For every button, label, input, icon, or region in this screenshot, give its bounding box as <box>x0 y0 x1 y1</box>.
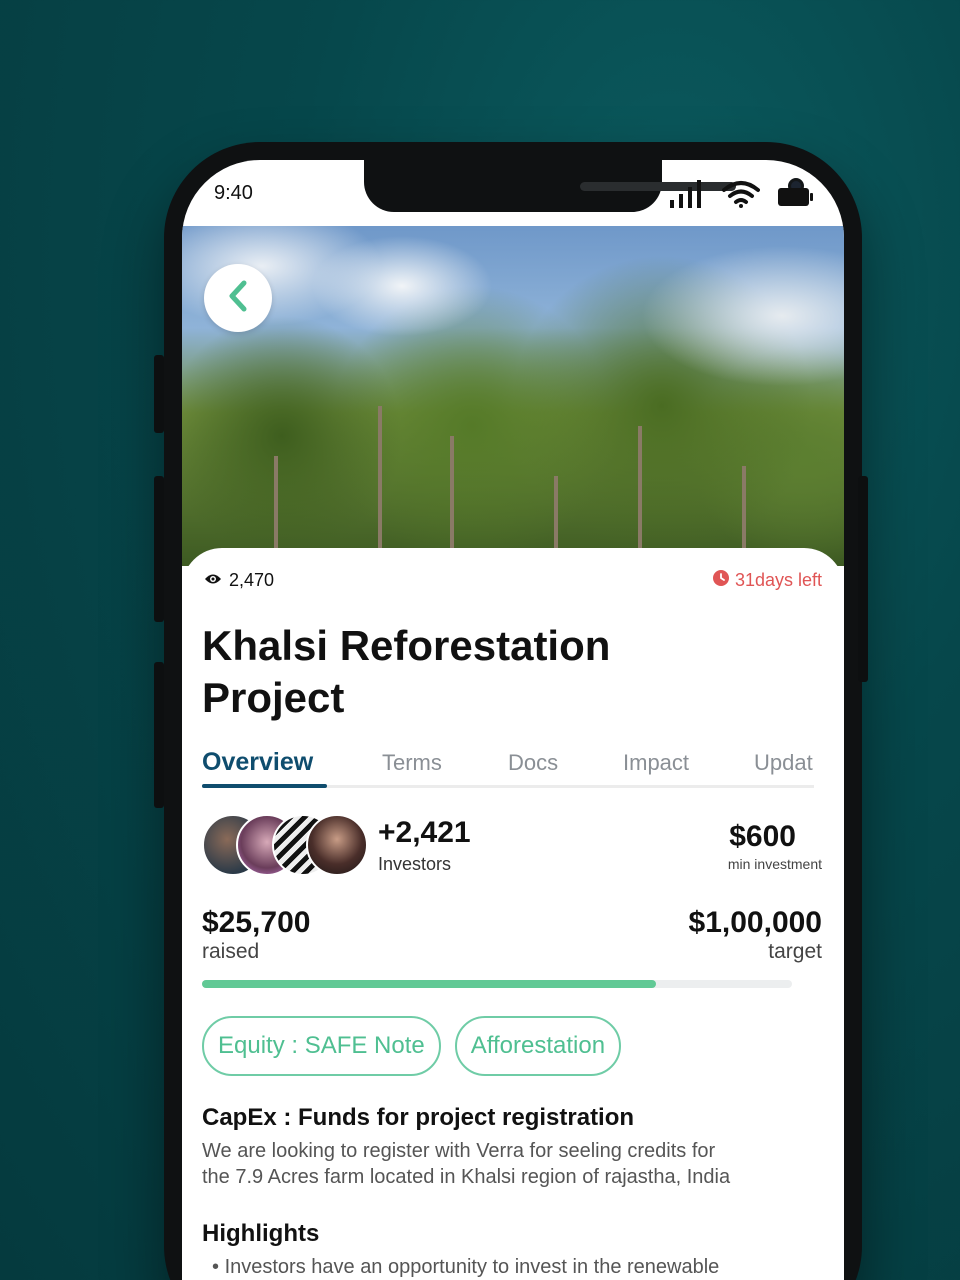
project-card: 2,470 31days left Khalsi Reforestation P… <box>182 548 844 1280</box>
status-icons <box>670 180 814 213</box>
days-left: 31days left <box>712 570 822 591</box>
avatar <box>306 814 368 876</box>
clock-icon <box>712 570 729 591</box>
investor-avatars <box>202 814 372 878</box>
investor-count: +2,421 <box>378 816 471 849</box>
highlights-title: Highlights <box>202 1220 320 1247</box>
back-button[interactable] <box>204 264 272 332</box>
investor-label: Investors <box>378 854 452 874</box>
signal-icon <box>670 180 704 213</box>
eye-icon <box>204 570 222 591</box>
tab-docs[interactable]: Docs <box>508 750 558 776</box>
phone-screen: 9:40 2,470 31days left Khalsi Reforestat… <box>182 160 844 1280</box>
funding-progress-fill <box>202 980 657 988</box>
tab-terms[interactable]: Terms <box>382 750 442 776</box>
battery-icon <box>778 186 814 213</box>
target-amount: $1,00,000 <box>688 906 822 939</box>
active-tab-indicator <box>202 784 327 788</box>
status-time: 9:40 <box>214 182 253 204</box>
view-count: 2,470 <box>204 570 274 591</box>
mute-switch <box>154 355 164 433</box>
project-title: Khalsi Reforestation Project <box>202 622 611 721</box>
funding-progress-bar <box>202 980 792 988</box>
tag-afforestation[interactable]: Afforestation <box>454 1016 622 1076</box>
chevron-left-icon <box>224 279 252 318</box>
min-investment-label: min investment <box>727 856 822 872</box>
target-label: target <box>768 940 822 963</box>
hero-image <box>182 226 844 566</box>
raised-amount: $25,700 <box>202 906 311 939</box>
power-button <box>858 476 868 682</box>
tab-impact[interactable]: Impact <box>623 750 689 776</box>
tab-bar: Overview Terms Docs Impact Updat <box>202 746 814 788</box>
volume-down-button <box>154 662 164 808</box>
tab-overview[interactable]: Overview <box>202 748 313 777</box>
tag-equity[interactable]: Equity : SAFE Note <box>202 1016 441 1076</box>
raised-label: raised <box>202 940 260 963</box>
notch <box>364 160 804 212</box>
tag-list: Equity : SAFE Note Afforestation <box>202 1016 622 1076</box>
view-count-value: 2,470 <box>229 570 275 590</box>
volume-up-button <box>154 476 164 622</box>
wifi-icon <box>722 180 760 213</box>
min-investment-amount: $600 <box>729 820 796 853</box>
capex-description: We are looking to register with Verra fo… <box>202 1140 731 1188</box>
tab-updates[interactable]: Updat <box>754 750 813 776</box>
capex-title: CapEx : Funds for project registration <box>202 1104 635 1131</box>
days-left-text: 31days left <box>734 570 822 590</box>
highlight-item: • Investors have an opportunity to inves… <box>212 1256 720 1278</box>
